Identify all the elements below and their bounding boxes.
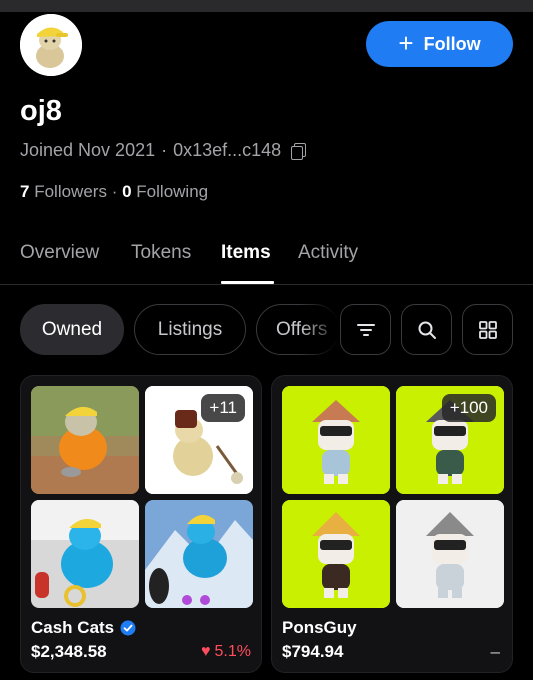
price-change-value: 5.1% xyxy=(214,643,251,660)
collection-name-text: Cash Cats xyxy=(31,618,115,637)
profile-avatar[interactable] xyxy=(20,14,82,76)
tab-activity[interactable]: Activity xyxy=(298,242,358,264)
nft-thumbnail xyxy=(282,500,390,608)
following-count: 0 xyxy=(122,182,132,201)
search-icon xyxy=(418,321,436,339)
wallet-address[interactable]: 0x13ef...c148 xyxy=(173,140,281,161)
meta-separator: · xyxy=(161,140,168,160)
profile-meta: Joined Nov 2021 · 0x13ef...c148 xyxy=(20,140,307,161)
nft-thumbnail xyxy=(31,500,139,608)
filter-icon xyxy=(356,323,375,336)
chip-fade xyxy=(300,304,340,356)
filter-button[interactable] xyxy=(340,304,391,355)
nft-thumbnail xyxy=(31,386,139,494)
follow-button-label: Follow xyxy=(423,33,481,54)
heart-down-icon: ♥ xyxy=(201,643,211,660)
following-label: Following xyxy=(136,182,209,201)
stats-separator: · xyxy=(111,182,118,201)
tab-items[interactable]: Items xyxy=(221,242,271,264)
tab-overview[interactable]: Overview xyxy=(20,242,99,264)
grid-view-icon xyxy=(478,320,497,339)
copy-icon[interactable] xyxy=(291,142,307,160)
price-change: – xyxy=(490,642,500,661)
search-button[interactable] xyxy=(401,304,452,355)
nft-thumbnail: +100 xyxy=(396,386,504,494)
nft-thumbnail xyxy=(396,500,504,608)
nft-thumbnail: +11 xyxy=(145,386,253,494)
status-strip xyxy=(0,0,533,12)
followers-link[interactable]: 7 Followers xyxy=(20,182,107,201)
collection-card-cash-cats[interactable]: +11 Cash Cats $2,348.58 ♥ 5.1% xyxy=(20,375,262,673)
more-items-badge: +100 xyxy=(441,394,496,422)
collection-price: $2,348.58 xyxy=(31,642,107,661)
plus-icon: + xyxy=(398,28,414,58)
verified-badge-icon xyxy=(120,620,136,636)
profile-username: oj8 xyxy=(20,95,62,127)
joined-date: Joined Nov 2021 xyxy=(20,140,156,160)
collection-name: PonsGuy xyxy=(282,618,357,638)
active-tab-indicator xyxy=(221,281,274,284)
grid-view-button[interactable] xyxy=(462,304,513,355)
collection-price: $794.94 xyxy=(282,642,344,661)
following-link[interactable]: 0 Following xyxy=(122,182,208,201)
collection-name: Cash Cats xyxy=(31,618,136,638)
more-items-badge: +11 xyxy=(201,394,245,422)
nft-thumbnail xyxy=(282,386,390,494)
chip-owned[interactable]: Owned xyxy=(20,304,124,355)
nft-thumbnail xyxy=(145,500,253,608)
cat-avatar-icon xyxy=(20,14,82,76)
collection-card-ponsguy[interactable]: +100 PonsGuy $794.94 – xyxy=(271,375,513,673)
filter-bar: Owned Listings Offers xyxy=(0,304,533,356)
collection-name-text: PonsGuy xyxy=(282,618,357,637)
price-change: ♥ 5.1% xyxy=(201,643,251,661)
followers-count: 7 xyxy=(20,182,30,201)
chip-listings[interactable]: Listings xyxy=(134,304,246,355)
follow-button[interactable]: + Follow xyxy=(366,21,513,67)
profile-tabs: Overview Tokens Items Activity xyxy=(0,240,533,285)
tab-tokens[interactable]: Tokens xyxy=(131,242,191,264)
follow-stats: 7 Followers · 0 Following xyxy=(20,182,208,202)
followers-label: Followers xyxy=(34,182,107,201)
